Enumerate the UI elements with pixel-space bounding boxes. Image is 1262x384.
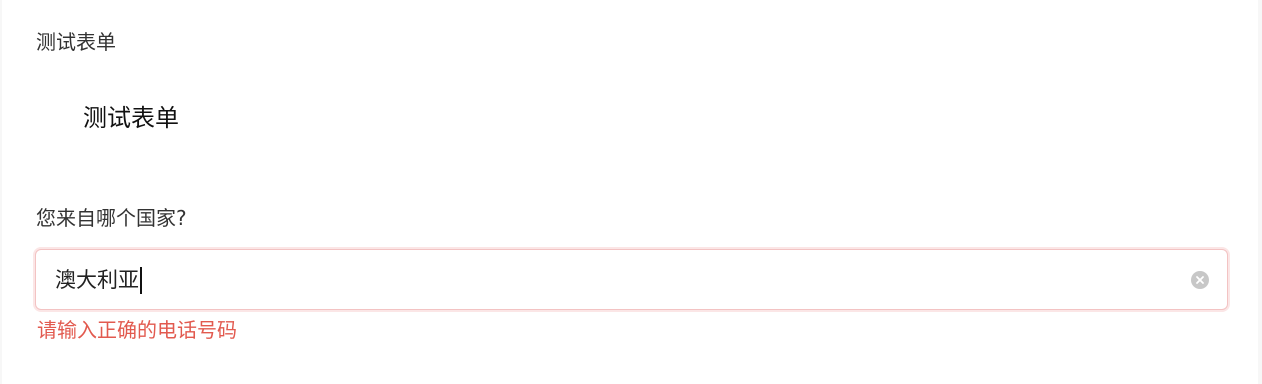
clear-x-glyph bbox=[1196, 276, 1204, 284]
validation-error-message: 请输入正确的电话号码 bbox=[37, 318, 237, 342]
country-question-label: 您来自哪个国家? bbox=[36, 206, 187, 230]
form-title: 测试表单 bbox=[83, 104, 179, 132]
country-input-text: 澳大利亚 bbox=[55, 268, 139, 292]
form-panel: 测试表单 测试表单 您来自哪个国家? 澳大利亚 请输入正确的电话号码 bbox=[2, 0, 1258, 384]
clear-icon[interactable] bbox=[1191, 271, 1209, 289]
panel-title: 测试表单 bbox=[36, 30, 116, 54]
country-input[interactable]: 澳大利亚 bbox=[35, 249, 1228, 310]
country-input-value: 澳大利亚 bbox=[55, 267, 142, 294]
text-cursor bbox=[140, 267, 142, 294]
